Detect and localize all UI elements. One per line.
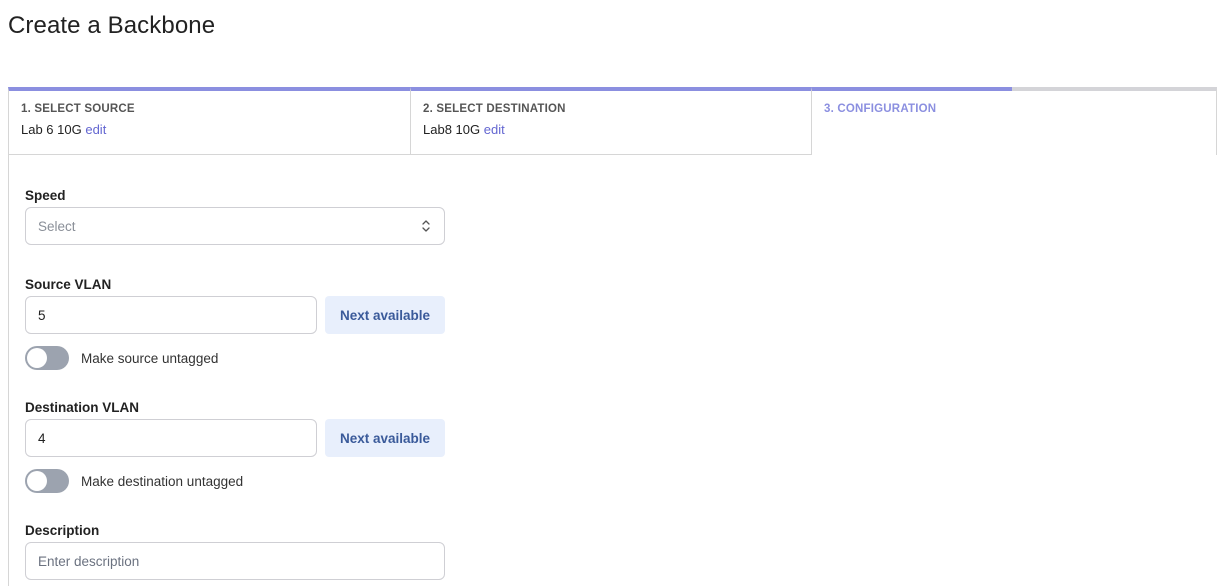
destination-value: Lab8 10G xyxy=(423,122,481,137)
step-select-source[interactable]: 1. SELECT SOURCE Lab 6 10G edit xyxy=(8,87,410,155)
destination-untagged-toggle[interactable] xyxy=(25,469,69,493)
stepper: 1. SELECT SOURCE Lab 6 10G edit 2. SELEC… xyxy=(8,87,1217,155)
edit-destination-link[interactable]: edit xyxy=(484,122,505,137)
panel-border xyxy=(8,155,9,586)
source-next-available-button[interactable]: Next available xyxy=(325,296,445,334)
toggle-knob xyxy=(27,471,47,491)
speed-select-value: Select xyxy=(38,218,76,234)
toggle-knob xyxy=(27,348,47,368)
speed-label: Speed xyxy=(25,188,66,203)
step-value: Lab8 10G edit xyxy=(423,122,799,137)
source-untagged-toggle[interactable] xyxy=(25,346,69,370)
chevron-up-down-icon xyxy=(422,220,430,232)
step-heading: 2. SELECT DESTINATION xyxy=(423,103,566,115)
destination-untagged-label: Make destination untagged xyxy=(81,473,244,489)
step-configuration: 3. CONFIGURATION xyxy=(812,87,1217,155)
description-input[interactable] xyxy=(25,542,445,580)
speed-select[interactable]: Select xyxy=(25,207,445,245)
step-select-destination[interactable]: 2. SELECT DESTINATION Lab8 10G edit xyxy=(410,87,812,155)
source-vlan-input[interactable] xyxy=(25,296,317,334)
destination-vlan-input[interactable] xyxy=(25,419,317,457)
source-untagged-label: Make source untagged xyxy=(81,350,219,366)
source-untagged-row: Make source untagged xyxy=(25,346,218,370)
destination-untagged-row: Make destination untagged xyxy=(25,469,243,493)
description-label: Description xyxy=(25,523,100,538)
step-progress-bar xyxy=(812,87,1012,91)
step-heading: 3. CONFIGURATION xyxy=(824,103,937,115)
step-heading: 1. SELECT SOURCE xyxy=(21,103,135,115)
destination-next-available-button[interactable]: Next available xyxy=(325,419,445,457)
page-title: Create a Backbone xyxy=(8,12,216,39)
destination-vlan-label: Destination VLAN xyxy=(25,400,140,415)
source-value: Lab 6 10G xyxy=(21,122,82,137)
step-value: Lab 6 10G edit xyxy=(21,122,398,137)
source-vlan-label: Source VLAN xyxy=(25,277,112,292)
edit-source-link[interactable]: edit xyxy=(85,122,106,137)
